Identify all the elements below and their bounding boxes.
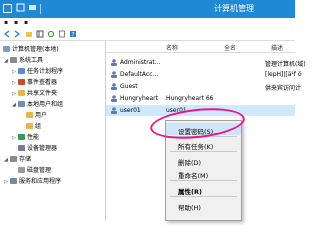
device-manager-icon [18, 145, 25, 151]
tree-item-services-apps[interactable]: ▷ 服务和应用程序 [4, 177, 61, 186]
menu-item-delete[interactable]: 删除(D) [166, 154, 241, 167]
user-icon [111, 71, 117, 78]
list-row-hungryheart[interactable]: Hungryheart Hungryheart 66 [106, 93, 295, 104]
storage-icon [10, 156, 17, 162]
tools-icon [10, 57, 17, 63]
list-row-guest[interactable]: Guest 供来宾访问计 [106, 81, 301, 92]
forward-icon[interactable] [13, 30, 21, 38]
row-description: 供来宾访问计 [265, 85, 302, 92]
folder-icon [26, 112, 33, 118]
menu-separator [170, 151, 237, 152]
refresh-icon[interactable] [47, 30, 55, 38]
computer-icon [3, 46, 10, 52]
up-folder-icon[interactable] [25, 30, 33, 38]
menu-item-properties[interactable]: 属性(R) [166, 183, 241, 196]
tree-item-event-viewer[interactable]: ▷ 事件查看器 [12, 78, 57, 87]
services-icon [10, 178, 17, 184]
row-name: user01 [120, 107, 141, 114]
show-tree-icon[interactable] [36, 30, 44, 38]
menu-view-icon[interactable]: ▪ [24, 19, 28, 26]
svg-text:?: ? [72, 32, 75, 39]
clock-icon [18, 68, 25, 74]
row-name: Guest [120, 83, 138, 90]
app-icon [3, 4, 12, 13]
row-fullname: Hungryheart 66 [166, 95, 214, 102]
row-name: DefaultAcc... [120, 71, 159, 78]
tree-root[interactable]: 计算机管理(本地) [3, 45, 59, 54]
toolbar: ? [0, 28, 295, 41]
window-title: 计算机管理 [214, 4, 254, 13]
save-quick-icon[interactable] [16, 3, 25, 12]
submenu-arrow-icon: › [178, 141, 181, 149]
list-row-administrator[interactable]: Administrat... 管理计算机(域) [106, 57, 306, 68]
list-row-defaultaccount[interactable]: DefaultAcc... [lepH]|[ä¹f ö [106, 69, 302, 80]
list-header: 名称 全名 描述 [106, 41, 295, 53]
tree-item-groups[interactable]: 组 [26, 122, 41, 131]
title-bar: 计算机管理 [0, 0, 295, 18]
user-icon [111, 83, 117, 90]
column-header-fullname[interactable]: 全名 [224, 43, 236, 52]
user-icon [111, 95, 117, 102]
help-icon[interactable]: ? [69, 30, 77, 38]
tree-item-disk-management[interactable]: 磁盘管理 [12, 166, 51, 175]
column-header-description[interactable]: 描述 [271, 43, 283, 52]
column-header-name[interactable]: 名称 [166, 43, 178, 52]
menu-bar: ▪ ▪ ▪ [0, 18, 295, 28]
row-name: Administrat... [120, 59, 161, 66]
tree-item-performance[interactable]: ▷ 性能 [12, 133, 39, 142]
title-separator [40, 4, 41, 14]
folder-icon [26, 123, 33, 129]
menu-file-icon[interactable]: ▪ [4, 19, 8, 26]
disk-icon [18, 167, 25, 173]
menu-item-help[interactable]: 帮助(H) [166, 199, 241, 212]
menu-separator [170, 196, 237, 197]
row-name: Hungryheart [120, 95, 158, 102]
navigation-tree: 计算机管理(本地) ◢ 系统工具 ▷ 任务计划程序 ▷ 事件查看器 ▷ 共享文件夹 ◢ 本… [0, 41, 106, 221]
row-description: [lepH]|[ä¹f ö [265, 71, 302, 78]
event-viewer-icon [18, 79, 25, 85]
tree-item-shared-folders[interactable]: ▷ 共享文件夹 [12, 89, 57, 98]
menu-item-all-tasks[interactable]: 所有任务(K) › [166, 138, 241, 151]
users-icon [18, 101, 25, 107]
tree-item-local-users-groups[interactable]: ◢ 本地用户和组 [12, 100, 63, 109]
menu-item-rename[interactable]: 重命名(M) [166, 167, 241, 180]
user-icon [111, 107, 117, 114]
performance-icon [18, 134, 25, 140]
row-description: 管理计算机(域) [265, 61, 306, 68]
folder-icon [18, 90, 25, 96]
tree-item-users[interactable]: 用户 [26, 111, 47, 120]
tree-item-storage[interactable]: ◢ 存储 [4, 155, 31, 164]
tree-item-system-tools[interactable]: ◢ 系统工具 [4, 56, 43, 65]
menu-action-icon[interactable]: ▪ [14, 19, 18, 26]
export-icon[interactable] [58, 30, 66, 38]
user-icon [111, 59, 117, 66]
menu-separator [170, 180, 237, 181]
properties-quick-icon[interactable] [28, 3, 37, 12]
back-icon[interactable] [3, 30, 11, 38]
tree-item-device-manager[interactable]: 设备管理器 [18, 144, 57, 153]
tree-item-task-scheduler[interactable]: ▷ 任务计划程序 [12, 67, 63, 76]
